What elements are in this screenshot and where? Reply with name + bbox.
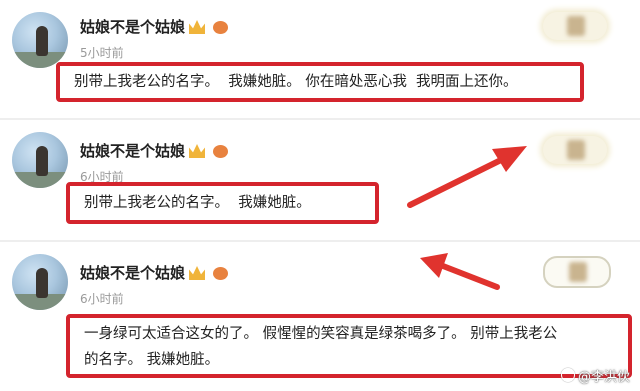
watermark: @李洪伙: [560, 366, 630, 385]
annotation-arrows: [407, 146, 527, 290]
arrow-up-right: [407, 146, 527, 208]
weibo-icon: [560, 368, 575, 382]
arrow-left: [420, 253, 500, 290]
